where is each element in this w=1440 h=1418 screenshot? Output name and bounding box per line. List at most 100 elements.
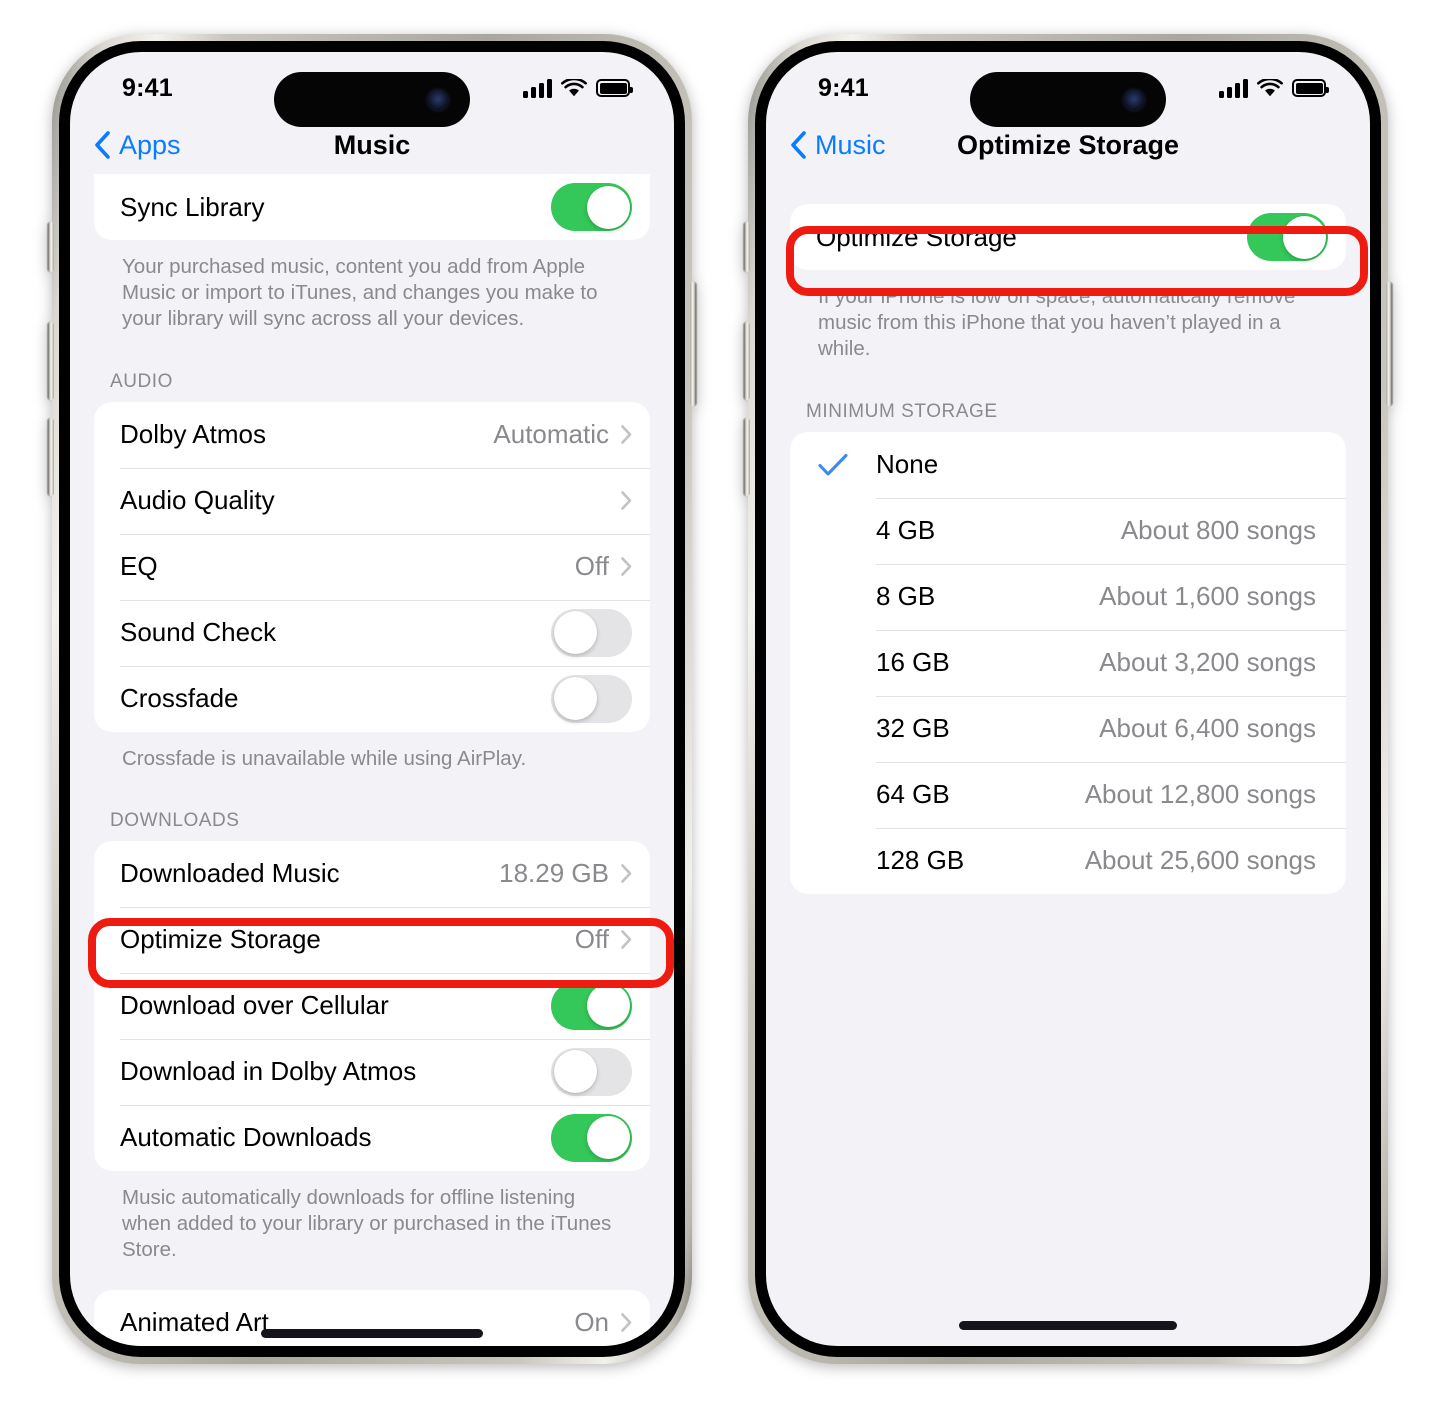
row-label: Download over Cellular [120, 990, 389, 1021]
toggle-automatic-downloads[interactable] [551, 1113, 632, 1162]
row-minimum-storage-4gb[interactable]: 4 GB About 800 songs [790, 497, 1346, 564]
row-value: About 3,200 songs [1099, 647, 1316, 678]
toggle-sync-library[interactable] [551, 183, 632, 231]
checkmark-icon [818, 453, 848, 476]
row-label: 4 GB [876, 515, 936, 546]
status-bar-indicators [523, 78, 633, 98]
row-label: 32 GB [876, 713, 950, 744]
row-value: 18.29 GB [499, 858, 609, 889]
chevron-right-icon [621, 491, 632, 511]
row-dolby-atmos[interactable]: Dolby Atmos Automatic [94, 402, 650, 468]
row-value: About 25,600 songs [1084, 845, 1316, 876]
status-bar: 9:41 [70, 52, 674, 127]
row-audio-quality[interactable]: Audio Quality [94, 467, 650, 534]
status-bar: 9:41 [766, 52, 1370, 127]
wifi-icon [1257, 78, 1283, 96]
settings-scroll-content[interactable]: Optimize Storage If your iPhone is low o… [766, 174, 1370, 1346]
row-value: Automatic [493, 419, 609, 450]
home-indicator[interactable] [959, 1321, 1177, 1330]
status-bar-clock: 9:41 [818, 73, 869, 102]
row-minimum-storage-32gb[interactable]: 32 GB About 6,400 songs [790, 695, 1346, 762]
footnote-automatic-downloads: Music automatically downloads for offlin… [122, 1185, 612, 1262]
row-label: Automatic Downloads [120, 1122, 372, 1153]
back-button[interactable]: Music [790, 130, 886, 161]
settings-scroll-content[interactable]: Sync Library Your purchased music, conte… [70, 174, 674, 1346]
iphone-device-optimize-storage: 9:41 Music Optimize Storage Optimize Sto… [744, 34, 1392, 1364]
device-screen: 9:41 [70, 52, 674, 1346]
front-camera-icon [1124, 89, 1144, 110]
section-header-audio: AUDIO [110, 370, 173, 392]
row-label: 64 GB [876, 779, 950, 810]
row-minimum-storage-64gb[interactable]: 64 GB About 12,800 songs [790, 761, 1346, 828]
chevron-right-icon [621, 930, 632, 950]
toggle-download-in-dolby-atmos[interactable] [551, 1047, 632, 1096]
chevron-right-icon [621, 557, 632, 577]
row-crossfade[interactable]: Crossfade [94, 665, 650, 732]
back-button-label: Apps [119, 129, 181, 160]
chevron-left-icon [95, 131, 110, 159]
row-label: Crossfade [120, 683, 239, 714]
action-button[interactable] [48, 222, 54, 272]
front-camera-icon [428, 89, 448, 110]
iphone-device-music-settings: 9:41 Apps Music Sync Library Your purcha… [48, 34, 696, 1364]
row-value: On [574, 1307, 609, 1338]
chevron-left-icon [791, 131, 806, 159]
row-minimum-storage-8gb[interactable]: 8 GB About 1,600 songs [790, 563, 1346, 630]
back-button-label: Music [815, 129, 886, 160]
battery-full-icon [1292, 79, 1329, 97]
chevron-right-icon [621, 864, 632, 884]
signal-bars-icon [523, 78, 552, 98]
row-label: 128 GB [876, 845, 965, 876]
row-automatic-downloads[interactable]: Automatic Downloads [94, 1104, 650, 1171]
back-button[interactable]: Apps [94, 130, 181, 161]
row-eq[interactable]: EQ Off [94, 533, 650, 600]
volume-down-button[interactable] [744, 418, 750, 496]
group-optimize-storage-toggle: Optimize Storage [790, 204, 1346, 270]
volume-down-button[interactable] [48, 418, 54, 496]
toggle-download-over-cellular[interactable] [551, 981, 632, 1030]
navigation-bar: Apps Music [70, 116, 674, 174]
row-optimize-storage[interactable]: Optimize Storage Off [94, 906, 650, 973]
row-label: Downloaded Music [120, 858, 340, 889]
row-value: Off [574, 924, 609, 955]
row-minimum-storage-16gb[interactable]: 16 GB About 3,200 songs [790, 629, 1346, 696]
row-label: Optimize Storage [120, 924, 321, 955]
toggle-sound-check[interactable] [551, 608, 632, 657]
row-download-over-cellular[interactable]: Download over Cellular [94, 972, 650, 1039]
device-bezel: 9:41 [59, 41, 685, 1357]
volume-up-button[interactable] [48, 322, 54, 400]
signal-bars-icon [1219, 78, 1248, 98]
device-bezel: 9:41 [755, 41, 1381, 1357]
row-value: Off [574, 551, 609, 582]
row-value: About 1,600 songs [1099, 581, 1316, 612]
row-value: About 6,400 songs [1099, 713, 1316, 744]
footnote-optimize-storage: If your iPhone is low on space, automati… [818, 285, 1296, 361]
wifi-icon [561, 78, 587, 96]
row-label: Download in Dolby Atmos [120, 1056, 417, 1087]
group-minimum-storage: None 4 GB About 800 songs 8 GB About 1,6… [790, 431, 1346, 894]
footnote-sync-library: Your purchased music, content you add fr… [122, 255, 598, 331]
row-sound-check[interactable]: Sound Check [94, 599, 650, 666]
row-value: About 800 songs [1120, 515, 1316, 546]
chevron-right-icon [621, 1313, 632, 1332]
row-optimize-storage[interactable]: Optimize Storage [790, 204, 1346, 270]
status-bar-indicators [1219, 78, 1329, 98]
screenshot-stage: 9:41 Apps Music Sync Library Your purcha… [0, 0, 1440, 1418]
row-label: EQ [120, 551, 158, 582]
device-screen: 9:41 [766, 52, 1370, 1346]
power-button[interactable] [1386, 282, 1392, 406]
toggle-crossfade[interactable] [551, 674, 632, 723]
action-button[interactable] [744, 222, 750, 272]
row-label: Optimize Storage [816, 221, 1017, 252]
power-button[interactable] [690, 282, 696, 406]
row-sync-library[interactable]: Sync Library [94, 174, 650, 240]
row-minimum-storage-none[interactable]: None [790, 432, 1346, 498]
group-downloads: Downloaded Music 18.29 GB Optimize Stora… [94, 840, 650, 1171]
volume-up-button[interactable] [744, 322, 750, 400]
row-minimum-storage-128gb[interactable]: 128 GB About 25,600 songs [790, 827, 1346, 894]
row-download-in-dolby-atmos[interactable]: Download in Dolby Atmos [94, 1038, 650, 1105]
row-downloaded-music[interactable]: Downloaded Music 18.29 GB [94, 841, 650, 907]
toggle-optimize-storage[interactable] [1247, 213, 1328, 261]
home-indicator[interactable] [261, 1329, 483, 1338]
chevron-right-icon [621, 425, 632, 445]
